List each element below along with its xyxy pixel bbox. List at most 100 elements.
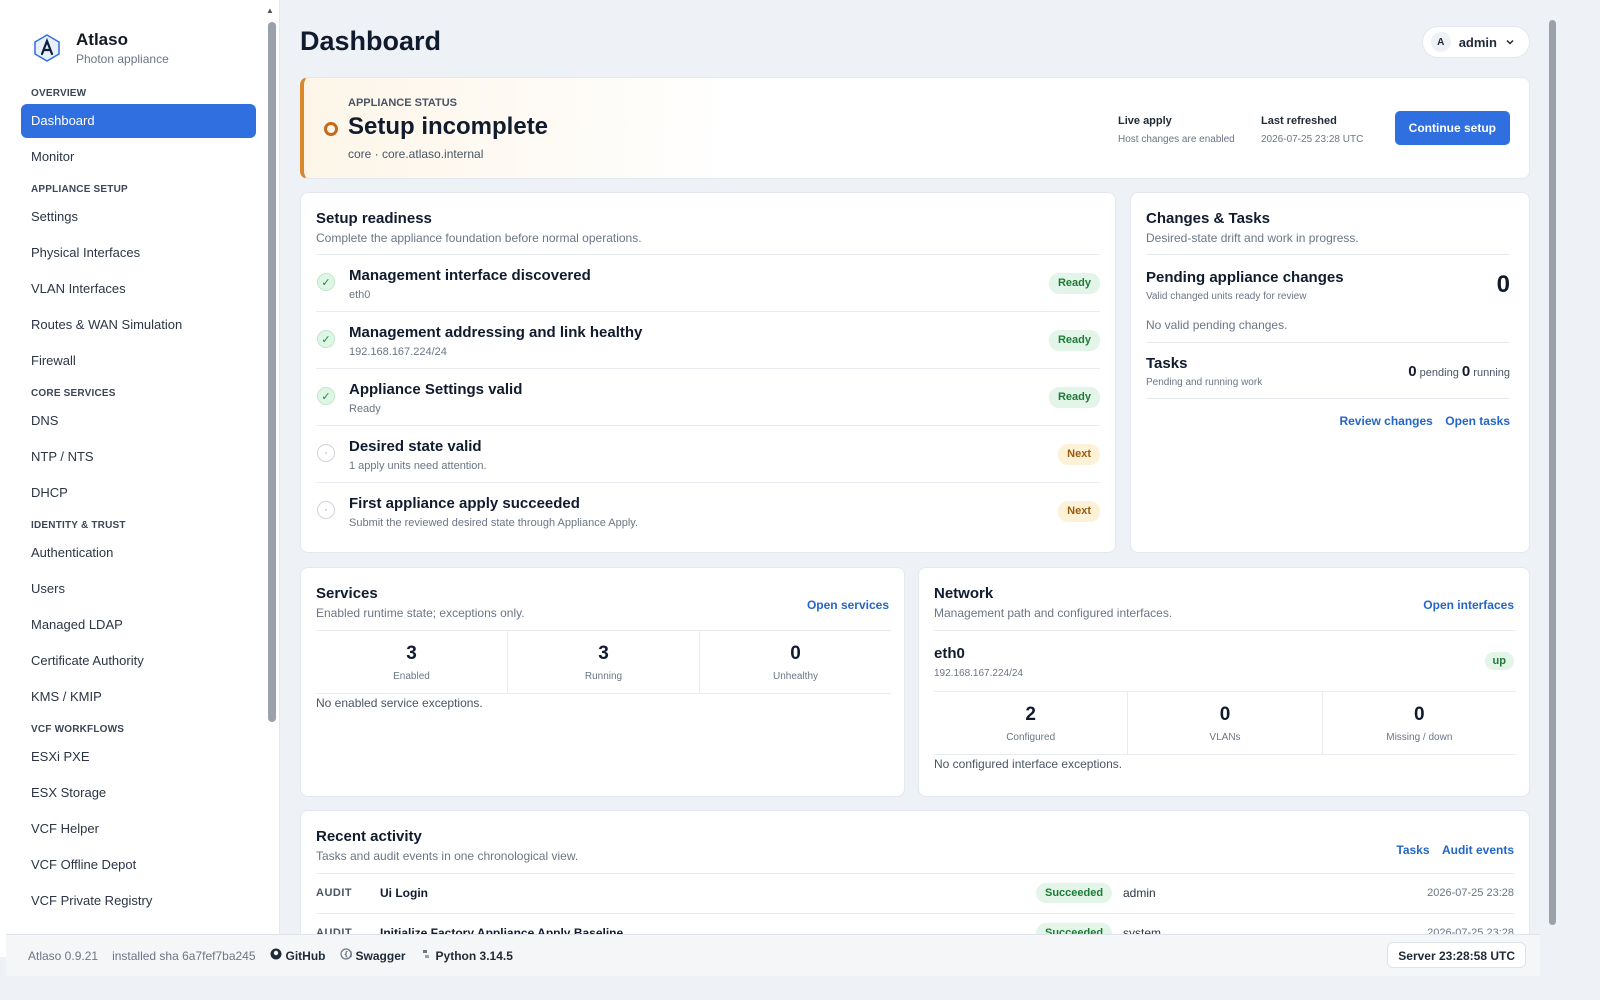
sidebar-scroll-up-icon[interactable]: ▲	[266, 6, 274, 15]
stat-label: Running	[584, 671, 623, 682]
network-subtitle: Management path and configured interface…	[934, 606, 1173, 620]
setup-readiness-card: Setup readiness Complete the appliance f…	[300, 192, 1116, 553]
tasks-block: Tasks Pending and running work 0 pending…	[1146, 355, 1510, 388]
sidebar-nav: OVERVIEW Dashboard Monitor APPLIANCE SET…	[21, 80, 256, 920]
swagger-link[interactable]: {} Swagger	[339, 948, 406, 963]
readiness-subtitle: Complete the appliance foundation before…	[316, 231, 642, 245]
brand-subtitle: Photon appliance	[76, 52, 169, 66]
activity-time: 2026-07-25 23:28	[1427, 887, 1514, 899]
status-badge: Next	[1058, 444, 1100, 465]
activity-user: admin	[1123, 886, 1156, 900]
nav-section-core-services: CORE SERVICES	[31, 388, 116, 399]
sidebar-item-certificate-authority[interactable]: Certificate Authority	[21, 644, 256, 678]
sidebar-item-ntp[interactable]: NTP / NTS	[21, 440, 256, 474]
live-apply-value: Host changes are enabled	[1118, 134, 1235, 145]
sidebar-item-esx-storage[interactable]: ESX Storage	[21, 776, 256, 810]
swagger-icon: {}	[339, 948, 353, 963]
table-row[interactable]: AUDIT Ui Login Succeeded admin 2026-07-2…	[316, 873, 1514, 913]
python-label: Python 3.14.5	[435, 948, 513, 963]
stat-label: VLANs	[1209, 732, 1241, 743]
stat-value: 3	[598, 643, 609, 664]
interface-address: 192.168.167.224/24	[934, 668, 1023, 679]
sidebar-item-dashboard[interactable]: Dashboard	[21, 104, 256, 138]
github-link[interactable]: GitHub	[270, 948, 326, 963]
status-badge: Ready	[1048, 273, 1100, 294]
pending-changes-block: Pending appliance changes Valid changed …	[1146, 269, 1510, 302]
sidebar-item-dns[interactable]: DNS	[21, 404, 256, 438]
activity-subtitle: Tasks and audit events in one chronologi…	[316, 849, 579, 863]
last-refreshed-label: Last refreshed	[1261, 115, 1337, 127]
sidebar-item-kms-kmip[interactable]: KMS / KMIP	[21, 680, 256, 714]
open-services-link[interactable]: Open services	[807, 598, 889, 612]
sidebar-item-managed-ldap[interactable]: Managed LDAP	[21, 608, 256, 642]
list-item: ✓ Management interface discovered eth0 R…	[316, 254, 1100, 311]
sidebar-item-settings[interactable]: Settings	[21, 200, 256, 234]
pending-changes-subtitle: Valid changed units ready for review	[1146, 291, 1307, 302]
readiness-item-detail: Submit the reviewed desired state throug…	[349, 517, 639, 529]
status-badge: up	[1484, 652, 1514, 670]
changes-subtitle: Desired-state drift and work in progress…	[1146, 231, 1359, 245]
readiness-item-title: Management interface discovered	[349, 267, 591, 284]
changes-tasks-card: Changes & Tasks Desired-state drift and …	[1130, 192, 1530, 553]
sidebar-item-users[interactable]: Users	[21, 572, 256, 606]
sidebar-item-monitor[interactable]: Monitor	[21, 140, 256, 174]
status-host: core · core.atlaso.internal	[348, 147, 484, 161]
status-badge: Ready	[1048, 387, 1100, 408]
review-changes-link[interactable]: Review changes	[1339, 414, 1432, 428]
atlaso-logo-icon	[30, 31, 64, 65]
last-refreshed-meta: Last refreshed 2026-07-25 23:28 UTC	[1261, 115, 1363, 145]
readiness-item-title: Appliance Settings valid	[349, 381, 523, 398]
stat-unhealthy: 0 Unhealthy	[699, 631, 891, 693]
tasks-pending-count: 0	[1408, 363, 1417, 380]
nav-section-identity-trust: IDENTITY & TRUST	[31, 520, 126, 531]
audit-events-link[interactable]: Audit events	[1442, 843, 1514, 857]
open-tasks-link[interactable]: Open tasks	[1445, 414, 1510, 428]
pending-dot-icon: ·	[317, 444, 335, 462]
check-icon: ✓	[317, 273, 335, 291]
stat-missing-down: 0 Missing / down	[1321, 692, 1516, 754]
continue-setup-button[interactable]: Continue setup	[1394, 111, 1510, 145]
tasks-running-label: running	[1473, 367, 1510, 379]
python-version: Python 3.14.5	[420, 948, 513, 963]
sidebar-item-vcf-private-registry[interactable]: VCF Private Registry	[21, 884, 256, 918]
list-item: ✓ Appliance Settings valid Ready Ready	[316, 368, 1100, 425]
readiness-item-detail: eth0	[349, 289, 371, 301]
sidebar-item-vcf-helper[interactable]: VCF Helper	[21, 812, 256, 846]
github-label: GitHub	[285, 948, 326, 963]
stat-value: 0	[790, 643, 801, 664]
brand[interactable]: Atlaso Photon appliance	[30, 30, 169, 66]
readiness-item-title: Desired state valid	[349, 438, 482, 455]
task-counts: 0 pending 0 running	[1408, 363, 1510, 380]
server-time: Server 23:28:58 UTC	[1387, 942, 1526, 968]
activity-title-cell: Ui Login	[380, 886, 428, 900]
sidebar-item-dhcp[interactable]: DHCP	[21, 476, 256, 510]
sidebar-item-firewall[interactable]: Firewall	[21, 344, 256, 378]
tasks-pending-label: pending	[1419, 367, 1459, 379]
footer: Atlaso 0.9.21 installed sha 6a7fef7ba245…	[6, 934, 1540, 976]
user-menu-button[interactable]: A admin	[1421, 26, 1530, 58]
sidebar-item-authentication[interactable]: Authentication	[21, 536, 256, 570]
open-interfaces-link[interactable]: Open interfaces	[1423, 598, 1514, 612]
sidebar-item-physical-interfaces[interactable]: Physical Interfaces	[21, 236, 256, 270]
sidebar-scrollbar[interactable]	[268, 22, 276, 722]
list-item: · First appliance apply succeeded Submit…	[316, 482, 1100, 539]
main-scrollbar[interactable]	[1549, 20, 1556, 925]
stat-value: 3	[406, 643, 417, 664]
interface-name: eth0	[934, 645, 965, 662]
sidebar-item-esxi-pxe[interactable]: ESXi PXE	[21, 740, 256, 774]
stat-enabled: 3 Enabled	[316, 631, 507, 693]
network-card: Network Management path and configured i…	[918, 567, 1530, 797]
sidebar-item-vlan-interfaces[interactable]: VLAN Interfaces	[21, 272, 256, 306]
readiness-item-detail: 1 apply units need attention.	[349, 460, 487, 472]
sidebar-item-routes-wan[interactable]: Routes & WAN Simulation	[21, 308, 256, 342]
chevron-down-icon	[1505, 35, 1515, 50]
user-name: admin	[1458, 34, 1497, 50]
nav-section-appliance-setup: APPLIANCE SETUP	[31, 184, 128, 195]
tasks-link[interactable]: Tasks	[1396, 843, 1429, 857]
services-stats: 3 Enabled 3 Running 0 Unhealthy	[316, 630, 891, 694]
list-item: ✓ Management addressing and link healthy…	[316, 311, 1100, 368]
sidebar-item-vcf-offline-depot[interactable]: VCF Offline Depot	[21, 848, 256, 882]
pending-changes-note: No valid pending changes.	[1146, 318, 1288, 332]
stat-value: 2	[1025, 704, 1036, 725]
pending-changes-title: Pending appliance changes	[1146, 269, 1344, 286]
